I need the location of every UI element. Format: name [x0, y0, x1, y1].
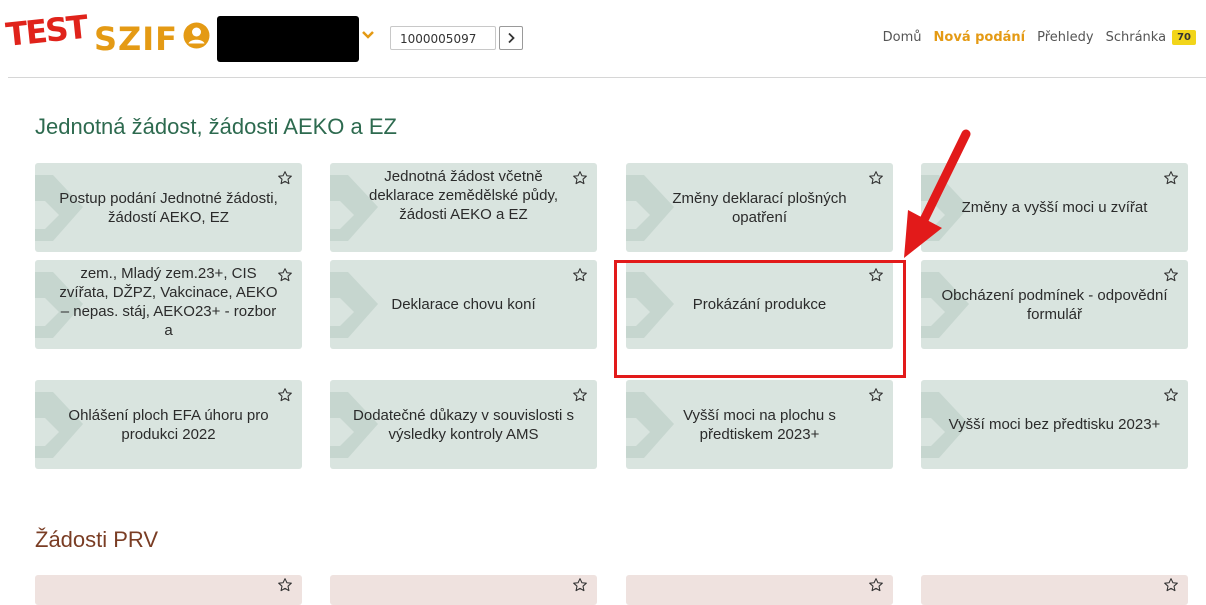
star-outline-icon	[869, 171, 883, 185]
tile-label: Vyšší moci bez předtisku 2023+	[948, 416, 1161, 433]
favorite-star-icon[interactable]	[867, 386, 885, 404]
star-outline-icon	[278, 268, 292, 282]
star-outline-icon	[278, 388, 292, 402]
star-outline-icon	[1164, 268, 1178, 282]
top-header: TEST SZIF 1000005097 Domů Nová podání Př…	[0, 0, 1206, 78]
tile-label: Dodatečné důkazy v souvislosti s výsledk…	[353, 406, 574, 443]
section-title-jednotna-zadost: Jednotná žádost, žádosti AEKO a EZ	[35, 114, 397, 139]
main-nav: Domů Nová podání Přehledy Schránka 70	[871, 30, 1196, 45]
tile[interactable]: zem., Mladý zem.23+, CIS zvířata, DŽPZ, …	[35, 260, 302, 349]
chevron-right-icon	[508, 32, 515, 44]
star-outline-icon	[573, 268, 587, 282]
star-outline-icon	[869, 388, 883, 402]
favorite-star-icon[interactable]	[571, 266, 589, 284]
tile[interactable]: Vyšší moci bez předtisku 2023+	[921, 380, 1188, 469]
star-outline-icon	[573, 171, 587, 185]
star-outline-icon	[1164, 171, 1178, 185]
tile-label: Deklarace chovu koní	[391, 296, 536, 313]
logo-text: SZIF	[94, 20, 179, 58]
favorite-star-icon[interactable]	[867, 576, 885, 594]
red-arrow-annotation	[904, 129, 971, 258]
nav-schranka[interactable]: Schránka	[1106, 30, 1166, 45]
tile-label: Postup podání Jednotné žádosti, žádostí …	[59, 189, 278, 226]
favorite-star-icon[interactable]	[1162, 169, 1180, 187]
favorite-star-icon[interactable]	[276, 169, 294, 187]
tile[interactable]: Ohlášení ploch EFA úhoru pro produkci 20…	[35, 380, 302, 469]
favorite-star-icon[interactable]	[1162, 386, 1180, 404]
tile-label: Obcházení podmínek - odpovědní formulář	[941, 286, 1168, 323]
star-outline-icon	[278, 171, 292, 185]
favorite-star-icon[interactable]	[1162, 266, 1180, 284]
identification-number-field[interactable]: 1000005097	[390, 26, 496, 50]
favorite-star-icon[interactable]	[276, 576, 294, 594]
user-circle-icon[interactable]	[183, 22, 210, 49]
favorite-star-icon[interactable]	[571, 386, 589, 404]
favorite-star-icon[interactable]	[276, 386, 294, 404]
tile[interactable]: Změny deklarací plošných opatření	[626, 163, 893, 252]
favorite-star-icon[interactable]	[571, 169, 589, 187]
prv-tile[interactable]	[626, 575, 893, 605]
star-outline-icon	[573, 578, 587, 592]
header-divider	[8, 77, 1206, 78]
prv-tile[interactable]	[35, 575, 302, 605]
favorite-star-icon[interactable]	[1162, 576, 1180, 594]
star-outline-icon	[278, 578, 292, 592]
test-environment-label: TEST	[4, 7, 89, 54]
tile[interactable]: Dodatečné důkazy v souvislosti s výsledk…	[330, 380, 597, 469]
chevron-down-icon[interactable]	[361, 30, 375, 40]
favorite-star-icon[interactable]	[571, 576, 589, 594]
star-outline-icon	[869, 578, 883, 592]
inbox-count-badge: 70	[1172, 30, 1196, 45]
tile[interactable]: Postup podání Jednotné žádosti, žádostí …	[35, 163, 302, 252]
tile[interactable]: Obcházení podmínek - odpovědní formulář	[921, 260, 1188, 349]
star-outline-icon	[1164, 578, 1178, 592]
section-title-zadosti-prv: Žádosti PRV	[35, 527, 159, 552]
nav-nova-podani[interactable]: Nová podání	[934, 30, 1026, 45]
tile-label: Ohlášení ploch EFA úhoru pro produkci 20…	[68, 406, 269, 443]
prv-tile[interactable]	[330, 575, 597, 605]
star-outline-icon	[573, 388, 587, 402]
star-outline-icon	[1164, 388, 1178, 402]
tile[interactable]: Jednotná žádost včetně deklarace zeměděl…	[330, 163, 597, 252]
prv-tile[interactable]	[921, 575, 1188, 605]
tile[interactable]: Deklarace chovu koní	[330, 260, 597, 349]
user-name-redacted[interactable]	[217, 16, 359, 62]
favorite-star-icon[interactable]	[867, 169, 885, 187]
favorite-star-icon[interactable]	[276, 266, 294, 284]
tile-label: Vyšší moci na plochu s předtiskem 2023+	[683, 406, 836, 443]
tile[interactable]: Vyšší moci na plochu s předtiskem 2023+	[626, 380, 893, 469]
tile-label: zem., Mladý zem.23+, CIS zvířata, DŽPZ, …	[59, 265, 278, 339]
tile-label: Změny deklarací plošných opatření	[672, 189, 847, 226]
highlight-box	[614, 260, 906, 378]
nav-prehledy[interactable]: Přehledy	[1037, 30, 1093, 45]
go-button[interactable]	[499, 26, 523, 50]
nav-domu[interactable]: Domů	[883, 30, 922, 45]
tile-label: Jednotná žádost včetně deklarace zeměděl…	[369, 168, 558, 223]
